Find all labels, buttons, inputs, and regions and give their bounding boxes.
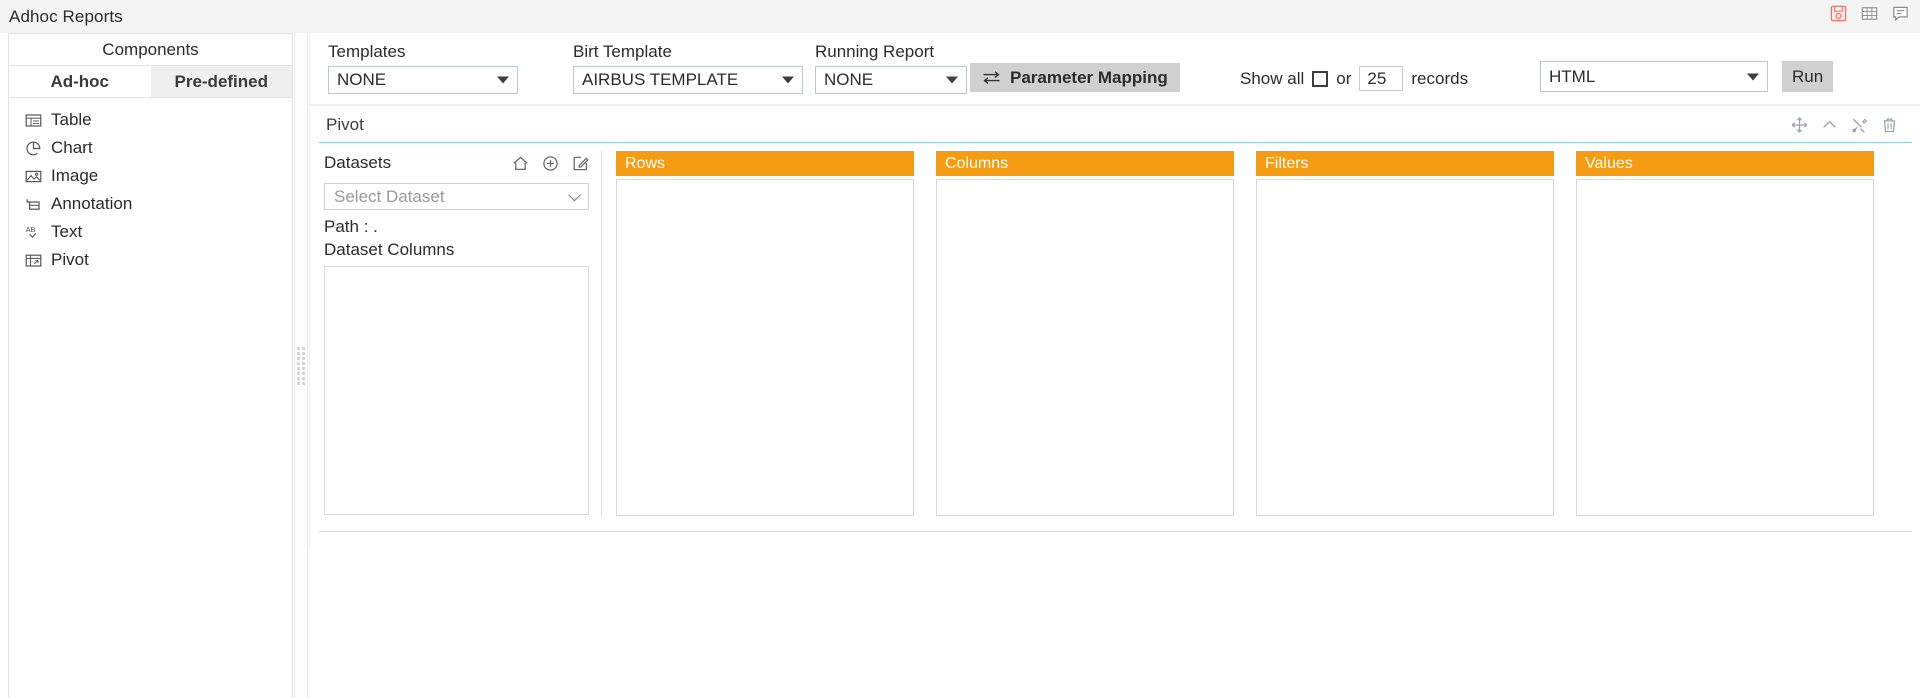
templates-select[interactable]: NONE	[328, 66, 518, 94]
datasets-panel: Datasets Select Dataset Path: . Dataset…	[324, 151, 602, 517]
pivot-card-header: Pivot	[310, 108, 1920, 142]
running-report-select[interactable]: NONE	[815, 66, 967, 94]
running-report-field: Running Report NONE	[815, 43, 967, 94]
dataset-columns-label: Dataset Columns	[324, 240, 455, 259]
birt-template-select[interactable]: AIRBUS TEMPLATE	[573, 66, 803, 94]
chart-pie-icon	[25, 140, 42, 157]
zone-header-filters: Filters	[1256, 151, 1554, 176]
move-icon[interactable]	[1791, 117, 1808, 134]
pivot-zone-values: Values	[1576, 151, 1874, 517]
tab-ad-hoc[interactable]: Ad-hoc	[9, 66, 151, 97]
run-button[interactable]: Run	[1782, 61, 1834, 92]
chevron-up-icon[interactable]	[1821, 117, 1838, 134]
sidebar-item-chart[interactable]: Chart	[9, 134, 292, 162]
show-all-checkbox[interactable]	[1312, 70, 1329, 87]
chevron-down-icon	[1747, 73, 1759, 80]
pivot-zone-filters: Filters	[1256, 151, 1554, 517]
edit-icon[interactable]	[572, 155, 589, 172]
dataset-select[interactable]: Select Dataset	[324, 183, 589, 210]
svg-text:AB: AB	[26, 225, 36, 234]
chevron-down-icon	[497, 76, 509, 84]
records-label: records	[1411, 68, 1469, 88]
zone-dropbox-filters[interactable]	[1256, 179, 1554, 516]
pivot-icon	[25, 252, 42, 269]
text-ab-icon: AB	[25, 224, 42, 241]
running-report-value: NONE	[824, 70, 874, 89]
report-toolbar: Templates NONE Birt Template AIRBUS TEMP…	[309, 33, 1920, 106]
zone-dropbox-rows[interactable]	[616, 179, 914, 516]
birt-template-value: AIRBUS TEMPLATE	[582, 70, 739, 89]
templates-value: NONE	[337, 70, 387, 89]
components-sidebar: Components Ad-hoc Pre-defined Table Char…	[8, 33, 293, 698]
pivot-title: Pivot	[326, 115, 364, 134]
sidebar-item-label: Image	[51, 166, 99, 185]
datasets-title: Datasets	[324, 153, 392, 172]
titlebar-icon-group	[1829, 4, 1910, 23]
parameter-mapping-button[interactable]: Parameter Mapping	[970, 63, 1180, 92]
chevron-down-icon	[946, 76, 958, 84]
splitter-grip	[297, 343, 305, 389]
pivot-zone-rows: Rows	[616, 151, 914, 517]
components-header: Components	[9, 34, 292, 66]
sidebar-item-label: Annotation	[51, 194, 133, 213]
zone-header-values: Values	[1576, 151, 1874, 176]
save-icon[interactable]	[1829, 4, 1848, 23]
pivot-zone-columns: Columns	[936, 151, 1234, 517]
dataset-columns-list[interactable]	[324, 266, 589, 515]
running-report-label: Running Report	[815, 42, 935, 61]
output-format-value: HTML	[1549, 66, 1596, 86]
chevron-down-icon	[568, 188, 581, 202]
table-icon	[25, 112, 42, 129]
sidebar-item-image[interactable]: Image	[9, 162, 292, 190]
sidebar-item-label: Text	[51, 222, 83, 241]
output-format-select[interactable]: HTML	[1540, 61, 1768, 92]
main-area: Templates NONE Birt Template AIRBUS TEMP…	[309, 33, 1920, 698]
tools-icon[interactable]	[1851, 117, 1868, 134]
sidebar-splitter[interactable]	[294, 33, 308, 698]
sidebar-item-label: Pivot	[51, 250, 89, 269]
tab-pre-defined[interactable]: Pre-defined	[150, 66, 292, 97]
pivot-card: Pivot Datasets Select Dataset Path: . D…	[309, 108, 1920, 548]
plus-circle-icon[interactable]	[542, 155, 559, 172]
chevron-down-icon	[782, 76, 794, 84]
datasets-header: Datasets	[324, 151, 589, 175]
sidebar-item-label: Chart	[51, 138, 93, 157]
birt-template-field: Birt Template AIRBUS TEMPLATE	[573, 43, 803, 94]
zone-dropbox-values[interactable]	[1576, 179, 1874, 516]
trash-icon[interactable]	[1881, 117, 1898, 134]
templates-field: Templates NONE	[328, 43, 518, 94]
title-bar: Adhoc Reports	[0, 0, 1920, 33]
home-icon[interactable]	[512, 155, 529, 172]
sidebar-item-table[interactable]: Table	[9, 106, 292, 134]
comment-icon[interactable]	[1891, 4, 1910, 23]
sidebar-tabs: Ad-hoc Pre-defined	[9, 66, 292, 98]
parameter-mapping-label: Parameter Mapping	[1010, 67, 1168, 87]
annotation-icon	[25, 196, 42, 213]
or-label: or	[1336, 68, 1352, 88]
zone-header-columns: Columns	[936, 151, 1234, 176]
app-title: Adhoc Reports	[9, 6, 123, 26]
dataset-select-placeholder: Select Dataset	[334, 186, 445, 206]
datasets-actions	[512, 155, 589, 172]
records-count-input[interactable]	[1359, 66, 1404, 91]
grid-icon[interactable]	[1860, 4, 1879, 23]
zone-dropbox-columns[interactable]	[936, 179, 1234, 516]
sidebar-item-text[interactable]: AB Text	[9, 218, 292, 246]
pivot-header-icon-group	[1791, 117, 1898, 134]
component-list: Table Chart Image Annotation AB Text Piv…	[9, 98, 292, 274]
sidebar-item-annotation[interactable]: Annotation	[9, 190, 292, 218]
templates-label: Templates	[328, 42, 406, 61]
swap-arrows-icon	[983, 71, 1000, 84]
zone-header-rows: Rows	[616, 151, 914, 176]
show-all-label: Show all	[1240, 68, 1305, 88]
birt-template-label: Birt Template	[573, 42, 672, 61]
pivot-body: Datasets Select Dataset Path: . Dataset…	[319, 142, 1912, 532]
image-icon	[25, 168, 42, 185]
sidebar-item-pivot[interactable]: Pivot	[9, 246, 292, 274]
dataset-path: Path : .	[324, 217, 378, 236]
records-controls: Show all or records	[1240, 66, 1468, 91]
sidebar-item-label: Table	[51, 110, 92, 129]
